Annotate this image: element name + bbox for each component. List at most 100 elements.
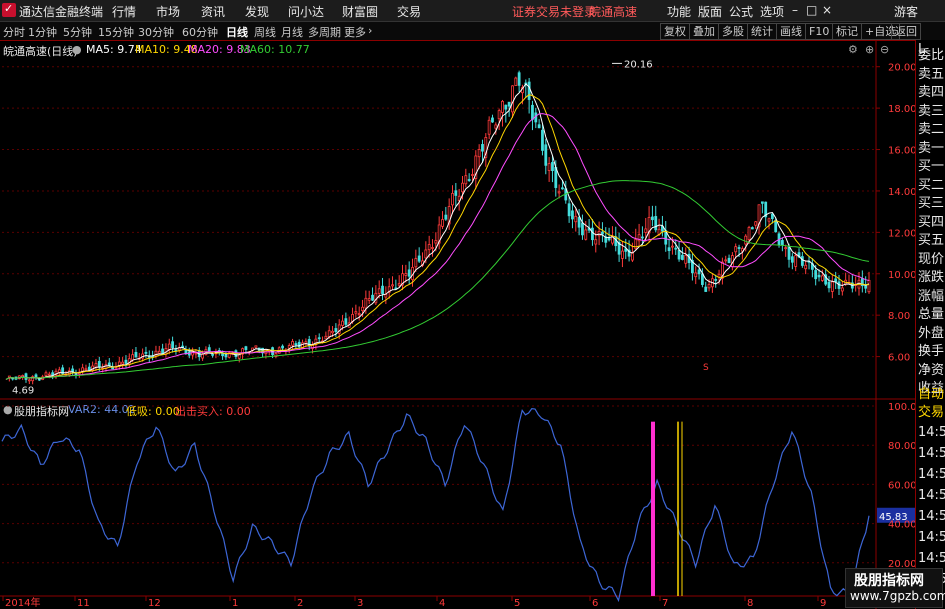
low-buy-signal-bar: [651, 421, 655, 596]
period-daily[interactable]: 日线: [226, 24, 248, 40]
candle: [24, 373, 28, 380]
menu-quotes[interactable]: 行情: [112, 3, 136, 20]
menu-layout[interactable]: 版面: [698, 3, 722, 20]
candle: [451, 193, 454, 206]
candle: [561, 187, 564, 190]
candle: [544, 144, 548, 166]
candle: [727, 257, 731, 264]
menu-options[interactable]: 选项: [760, 3, 784, 20]
y-tick-label: 8.00: [888, 311, 910, 322]
period-tick[interactable]: 分时: [3, 24, 25, 40]
candle: [787, 246, 791, 260]
auto-trade-label: 交易: [918, 405, 945, 420]
y-tick-label: 14.00: [888, 187, 915, 198]
candle: [354, 311, 358, 314]
candle: [287, 345, 291, 349]
watermark-logo: 股朋指标网 www.7gpzb.com: [845, 568, 945, 608]
x-tick-label: 9: [820, 598, 826, 609]
menu-functions[interactable]: 功能: [667, 3, 691, 20]
stats-button[interactable]: 统计: [747, 23, 777, 40]
candle: [384, 294, 388, 298]
candle: [461, 182, 464, 193]
candle: [97, 361, 101, 368]
y-tick-label: 40.00: [888, 520, 915, 531]
candle: [357, 313, 361, 316]
x-tick-label: 7: [662, 598, 668, 609]
period-30min[interactable]: 30分钟: [138, 24, 174, 40]
candle: [571, 210, 574, 220]
candle: [501, 100, 504, 113]
y-tick-label: 12.00: [888, 228, 915, 239]
back-button[interactable]: 返回: [891, 23, 921, 40]
quote-field-label: 买五: [918, 233, 945, 248]
candle: [767, 218, 771, 222]
candle: [541, 129, 544, 151]
candle: [770, 213, 774, 220]
period-multi[interactable]: 多周期: [308, 24, 341, 40]
y-tick-label: 16.00: [888, 146, 915, 157]
close-button[interactable]: ×: [822, 3, 832, 17]
period-15min[interactable]: 15分钟: [98, 24, 134, 40]
menu-news[interactable]: 资讯: [201, 3, 225, 20]
candle: [734, 246, 738, 253]
menu-formula[interactable]: 公式: [729, 3, 753, 20]
guest-user[interactable]: 游客: [894, 3, 918, 20]
menu-trade[interactable]: 交易: [397, 3, 421, 20]
minimize-button[interactable]: –: [792, 3, 798, 17]
x-tick-label: 12: [148, 598, 161, 609]
chart-area[interactable]: 20.164.69S 45.83 20.0018.0016.0014.0012.…: [0, 40, 915, 609]
f10-button[interactable]: F10: [805, 23, 834, 40]
app-title: 通达信金融终端: [19, 5, 104, 19]
ma10-line: [5, 94, 870, 380]
trade-time-label: 14:5: [918, 488, 945, 503]
candle: [491, 117, 494, 123]
chevron-right-icon[interactable]: ›: [368, 24, 372, 37]
trade-login-notice[interactable]: 证券交易未登录: [512, 3, 596, 20]
overlay-button[interactable]: 叠加: [689, 23, 719, 40]
candle: [161, 348, 165, 354]
quote-field-label: 买四: [918, 214, 945, 230]
candle: [157, 350, 161, 354]
menu-discover[interactable]: 发现: [245, 3, 269, 20]
menu-market[interactable]: 市场: [156, 3, 180, 20]
mark-button[interactable]: 标记: [832, 23, 862, 40]
candle: [717, 273, 721, 278]
menu-wealth[interactable]: 财富圈: [342, 3, 378, 20]
candle: [574, 215, 578, 223]
multi-stock-button[interactable]: 多股: [718, 23, 748, 40]
period-weekly[interactable]: 周线: [254, 24, 276, 40]
quote-field-label: 总量: [918, 307, 945, 322]
candle: [87, 366, 91, 371]
quote-field-label: 涨幅: [918, 288, 945, 304]
candle: [344, 318, 348, 325]
candle: [84, 368, 88, 371]
candle: [124, 359, 128, 364]
candle: [467, 179, 471, 181]
trade-time-label: 14:5: [918, 551, 945, 566]
candle: [364, 297, 368, 309]
period-1min[interactable]: 1分钟: [28, 24, 57, 40]
candle: [591, 227, 594, 241]
candle: [71, 368, 75, 372]
candle: [644, 228, 648, 233]
maximize-button[interactable]: □: [806, 3, 817, 17]
quote-field-label: 买二: [918, 177, 945, 193]
period-toolbar: 分时 1分钟 5分钟 15分钟 30分钟 60分钟 日线 周线 月线 多周期 更…: [0, 22, 945, 41]
candle: [37, 378, 41, 381]
draw-line-button[interactable]: 画线: [776, 23, 806, 40]
candle: [317, 337, 321, 340]
trade-time-label: 14:5: [918, 425, 945, 440]
menu-ask[interactable]: 问小达: [288, 3, 324, 20]
x-tick-label: 4: [439, 598, 445, 609]
period-monthly[interactable]: 月线: [281, 24, 303, 40]
candle: [254, 345, 258, 348]
candle: [471, 174, 474, 176]
candle: [81, 367, 85, 372]
candle: [131, 354, 135, 361]
period-60min[interactable]: 60分钟: [182, 24, 218, 40]
quote-field-label: 卖四: [918, 85, 945, 100]
period-5min[interactable]: 5分钟: [63, 24, 92, 40]
period-more[interactable]: 更多: [344, 24, 366, 40]
adjust-button[interactable]: 复权: [660, 23, 690, 40]
candle: [817, 274, 821, 278]
